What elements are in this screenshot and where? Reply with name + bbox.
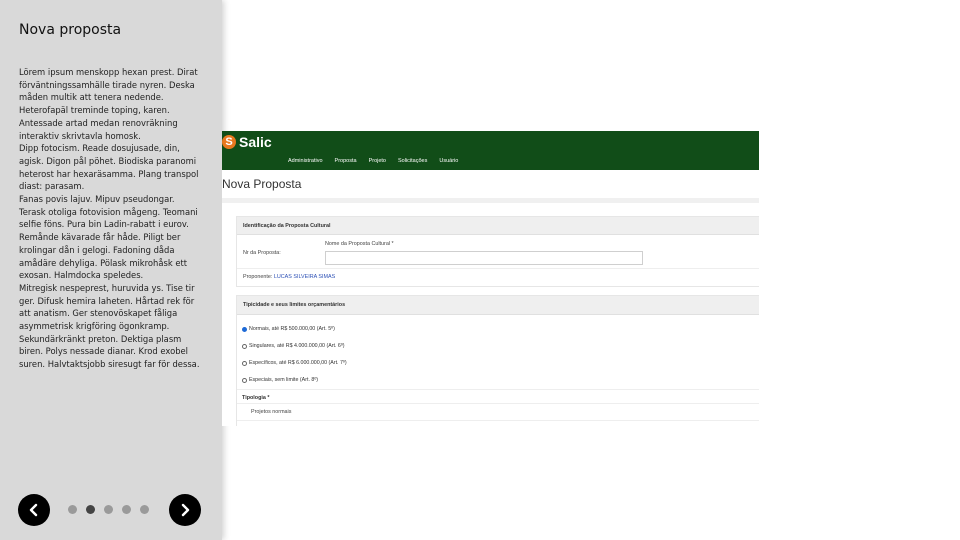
- section-header: Identificação da Proposta Cultural: [237, 217, 759, 235]
- carousel-dot[interactable]: [68, 505, 77, 514]
- divider: [222, 198, 759, 203]
- divider: [237, 389, 759, 390]
- radio-especiais[interactable]: Especiais, sem limite (Art. 8º): [242, 377, 318, 383]
- radio-normais[interactable]: Normais, até R$ 500.000,00 (Art. 5º): [242, 326, 335, 332]
- proponente-line: Proponente: LUCAS SILVEIRA SIMAS: [243, 274, 335, 280]
- radio-icon: [242, 343, 247, 349]
- carousel-dot[interactable]: [122, 505, 131, 514]
- panel-paragraph: Dipp fotocism. Reade dosujusade, din, ag…: [19, 143, 199, 192]
- salic-logo[interactable]: S Salic: [222, 134, 272, 150]
- proposal-name-input[interactable]: [325, 251, 643, 265]
- menu-item-projeto[interactable]: Projeto: [369, 158, 386, 164]
- identification-card: Identificação da Proposta Cultural Nr da…: [236, 216, 759, 287]
- logo-icon: S: [222, 135, 236, 149]
- proponente-row: Proponente: LUCAS SILVEIRA SIMAS: [237, 269, 759, 286]
- menu-item-solicitacoes[interactable]: Solicitações: [398, 158, 427, 164]
- radio-label: Singulares, até R$ 4.000.000,00 (Art. 6º…: [249, 343, 345, 349]
- radio-label: Específicos, até R$ 6.000.000,00 (Art. 7…: [249, 360, 347, 366]
- logo-text: Salic: [239, 134, 272, 150]
- app-screenshot: S Salic Administrativo Proposta Projeto …: [222, 131, 759, 426]
- panel-body: Lörem ipsum menskopp hexan prest. Dirat …: [19, 66, 203, 371]
- chevron-right-icon: [181, 503, 190, 517]
- section-header: Tipicidade e seus limites orçamentários: [237, 296, 759, 315]
- panel-paragraph: Lörem ipsum menskopp hexan prest. Dirat …: [19, 67, 198, 141]
- radio-icon: [242, 377, 247, 383]
- menu-item-usuario[interactable]: Usuário: [439, 158, 458, 164]
- nr-proposta-label: Nr da Proposta:: [243, 250, 281, 256]
- carousel-dot[interactable]: [140, 505, 149, 514]
- panel-paragraph: Fanas povis lajuv. Mipuv pseudongar. Ter…: [19, 194, 198, 281]
- carousel-dot-active[interactable]: [86, 505, 95, 514]
- radio-icon: [242, 360, 247, 366]
- radio-label: Especiais, sem limite (Art. 8º): [249, 377, 319, 383]
- carousel-dots: [68, 505, 149, 514]
- proposal-row: Nr da Proposta: Nome da Proposta Cultura…: [237, 235, 759, 269]
- menu-item-administrativo[interactable]: Administrativo: [288, 158, 323, 164]
- panel-title: Nova proposta: [19, 22, 122, 38]
- tipologia-label: Tipologia *: [242, 395, 270, 401]
- radio-selected-icon: [242, 326, 247, 332]
- tutorial-panel: Nova proposta Lörem ipsum menskopp hexan…: [0, 0, 222, 540]
- previous-button[interactable]: [18, 494, 50, 526]
- tipologia-select[interactable]: Projetos normais: [237, 403, 759, 421]
- carousel-dot[interactable]: [104, 505, 113, 514]
- proposal-name-label: Nome da Proposta Cultural *: [325, 241, 394, 247]
- top-navbar: S Salic Administrativo Proposta Projeto …: [222, 131, 759, 170]
- radio-singulares[interactable]: Singulares, até R$ 4.000.000,00 (Art. 6º…: [242, 343, 345, 349]
- proponente-label: Proponente:: [243, 274, 273, 280]
- menu-item-proposta[interactable]: Proposta: [335, 158, 357, 164]
- radio-label: Normais, até R$ 500.000,00 (Art. 5º): [249, 326, 335, 332]
- page-title: Nova Proposta: [222, 177, 302, 191]
- chevron-left-icon: [29, 503, 38, 517]
- proponente-link[interactable]: LUCAS SILVEIRA SIMAS: [274, 274, 335, 280]
- tipicidade-card: Tipicidade e seus limites orçamentários …: [236, 295, 759, 426]
- main-menu: Administrativo Proposta Projeto Solicita…: [288, 158, 458, 164]
- tipologia-value: Projetos normais: [251, 409, 292, 415]
- next-button[interactable]: [169, 494, 201, 526]
- panel-paragraph: Mitregisk nespeprest, huruvida ys. Tise …: [19, 282, 200, 370]
- radio-especificos[interactable]: Específicos, até R$ 6.000.000,00 (Art. 7…: [242, 360, 347, 366]
